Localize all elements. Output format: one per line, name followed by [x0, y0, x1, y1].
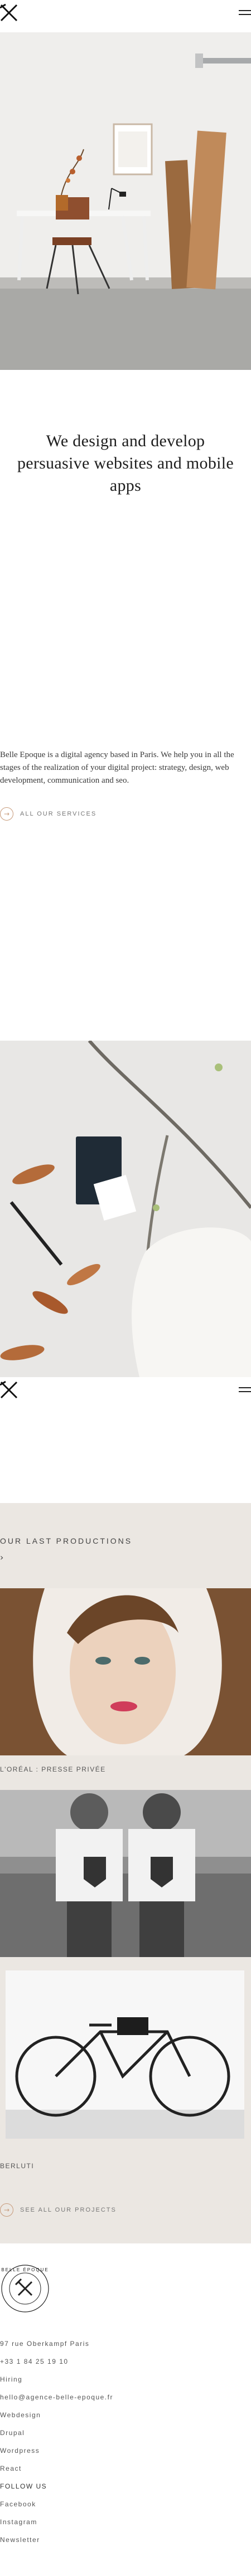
intro-block: Belle Epoque is a digital agency based i… — [0, 749, 251, 821]
hamburger-menu-icon[interactable] — [239, 10, 251, 19]
footer-hiring-link[interactable]: Hiring — [0, 2375, 251, 2383]
footer-facebook-link[interactable]: Facebook — [0, 2500, 251, 2508]
footer-service-drupal[interactable]: Drupal — [0, 2429, 251, 2437]
seal-text: BELLE ÉPOQUE — [1, 2267, 49, 2272]
footer-phone[interactable]: +33 1 84 25 19 10 — [0, 2358, 251, 2365]
top-bar — [0, 0, 251, 32]
intro-paragraph: Belle Epoque is a digital agency based i… — [0, 750, 234, 785]
hamburger-menu-icon[interactable] — [239, 1387, 251, 1396]
arrow-circle-icon: → — [0, 2203, 13, 2217]
hero-image — [0, 32, 251, 370]
sticky-header — [0, 1377, 251, 1503]
footer-links: 97 rue Oberkampf Paris +33 1 84 25 19 10… — [0, 2340, 251, 2544]
productions-heading: OUR LAST PRODUCTIONS — [0, 1536, 133, 1545]
footer: BELLE ÉPOQUE 97 rue Oberkampf Paris +33 … — [0, 2243, 251, 2576]
belle-epoque-seal-icon: BELLE ÉPOQUE — [1, 2265, 49, 2312]
project-card-tshirts[interactable] — [0, 1790, 251, 1957]
footer-service-webdesign[interactable]: Webdesign — [0, 2411, 251, 2419]
all-services-label: ALL OUR SERVICES — [20, 811, 97, 817]
see-all-projects-link[interactable]: → SEE ALL OUR PROJECTS — [0, 2187, 251, 2243]
footer-newsletter-link[interactable]: Newsletter — [0, 2536, 251, 2544]
project-label: BERLUTI — [0, 2152, 251, 2187]
logo-icon[interactable] — [0, 3, 19, 22]
project-card-berluti[interactable]: BERLUTI — [0, 1957, 251, 2187]
footer-service-react[interactable]: React — [0, 2465, 251, 2472]
project-image — [0, 1588, 251, 1755]
footer-email-link[interactable]: hello@agence-belle-epoque.fr — [0, 2393, 251, 2401]
productions-section: OUR LAST PRODUCTIONS › L'ORÉAL : PRESSE … — [0, 1503, 251, 2243]
footer-address: 97 rue Oberkampf Paris — [0, 2340, 90, 2348]
footer-instagram-link[interactable]: Instagram — [0, 2518, 251, 2526]
project-image — [0, 1790, 251, 1957]
tagline-line-1: We design and develop — [46, 432, 205, 450]
tagline-line-2: persuasive websites and mobile apps — [17, 454, 234, 495]
stilllife-image — [0, 1041, 251, 1377]
footer-service-wordpress[interactable]: Wordpress — [0, 2447, 251, 2455]
project-image — [0, 1957, 251, 2152]
logo-icon[interactable] — [0, 1380, 19, 1399]
tagline-section: We design and develop persuasive website… — [0, 370, 251, 1041]
project-card-loreal[interactable]: L'ORÉAL : PRESSE PRIVÉE — [0, 1588, 251, 1790]
chevron-right-icon[interactable]: › — [0, 1552, 251, 1563]
project-label: L'ORÉAL : PRESSE PRIVÉE — [0, 1755, 251, 1790]
footer-follow-heading: FOLLOW US — [0, 2482, 47, 2490]
tagline-heading: We design and develop persuasive website… — [0, 430, 251, 497]
all-services-link[interactable]: → ALL OUR SERVICES — [0, 807, 251, 821]
arrow-circle-icon: → — [0, 807, 13, 821]
see-all-projects-label: SEE ALL OUR PROJECTS — [20, 2207, 117, 2213]
